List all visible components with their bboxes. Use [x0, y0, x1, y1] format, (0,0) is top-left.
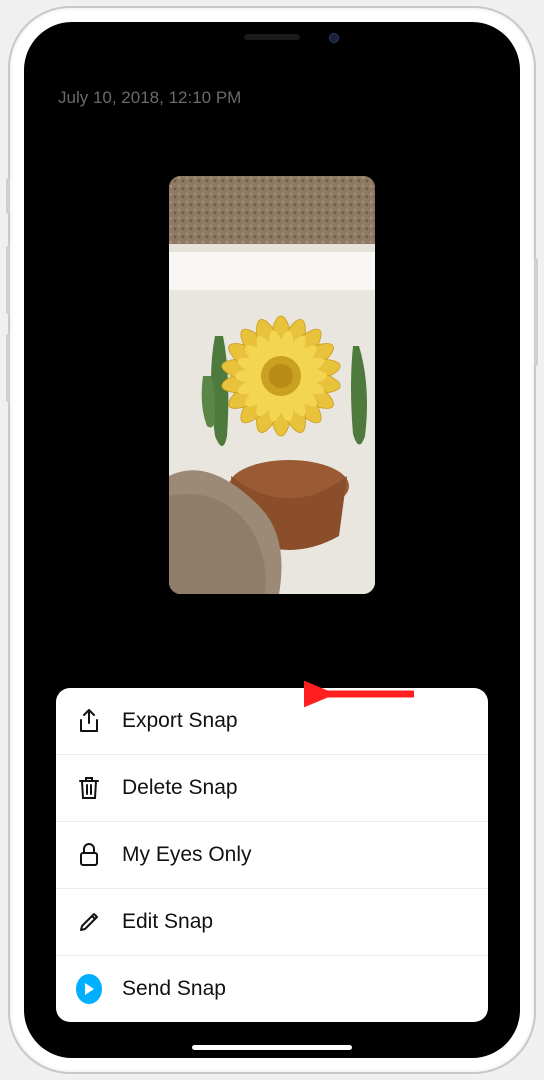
front-camera	[329, 33, 339, 43]
mute-switch	[6, 178, 10, 214]
delete-snap-button[interactable]: Delete Snap	[56, 755, 488, 822]
phone-frame: July 10, 2018, 12:10 PM	[8, 6, 536, 1074]
edit-snap-button[interactable]: Edit Snap	[56, 889, 488, 956]
lock-icon	[76, 842, 102, 868]
home-indicator[interactable]	[192, 1045, 352, 1050]
trash-icon	[76, 775, 102, 801]
send-snap-button[interactable]: Send Snap	[56, 956, 488, 1022]
menu-label: Edit Snap	[122, 910, 213, 934]
timestamp: July 10, 2018, 12:10 PM	[58, 88, 241, 108]
snap-thumbnail[interactable]	[169, 176, 375, 594]
menu-label: Export Snap	[122, 709, 238, 733]
pencil-icon	[76, 909, 102, 935]
menu-label: Send Snap	[122, 977, 226, 1001]
screen: July 10, 2018, 12:10 PM	[24, 22, 520, 1058]
menu-label: My Eyes Only	[122, 843, 252, 867]
flower-photo	[169, 176, 375, 594]
volume-up	[6, 246, 10, 314]
volume-down	[6, 334, 10, 402]
action-sheet: Export Snap Delete Snap	[56, 688, 488, 1022]
share-icon	[76, 708, 102, 734]
send-icon	[76, 976, 102, 1002]
menu-label: Delete Snap	[122, 776, 238, 800]
notch	[167, 22, 377, 54]
my-eyes-only-button[interactable]: My Eyes Only	[56, 822, 488, 889]
speaker	[244, 34, 300, 40]
power-button	[534, 258, 538, 366]
export-snap-button[interactable]: Export Snap	[56, 688, 488, 755]
